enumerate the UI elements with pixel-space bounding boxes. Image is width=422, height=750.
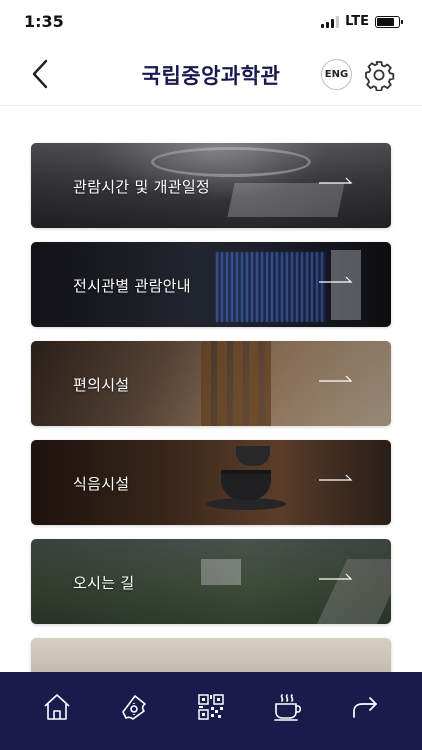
arrow-right-icon <box>319 375 353 382</box>
arrow-right-icon <box>319 474 353 481</box>
menu-card-label: 오시는 길 <box>73 574 135 592</box>
status-indicators: LTE <box>321 14 403 29</box>
menu-list: 관람시간 및 개관일정 전시관별 관람안내 편의시설 식음시설 오시는 길 <box>31 143 391 737</box>
status-time: 1:35 <box>24 12 64 31</box>
language-button[interactable]: ENG <box>321 59 352 90</box>
share-icon <box>353 697 378 718</box>
menu-card-amenities[interactable]: 편의시설 <box>31 341 391 426</box>
menu-card-label: 전시관별 관람안내 <box>73 277 191 295</box>
tab-share[interactable] <box>343 685 387 729</box>
page-title: 국립중앙과학관 <box>141 64 281 88</box>
arrow-right-icon <box>319 573 353 580</box>
home-icon <box>44 694 70 720</box>
tab-qr-code[interactable] <box>189 685 233 729</box>
signal-icon <box>321 15 340 28</box>
qr-code-icon <box>198 694 224 720</box>
arrow-right-icon <box>319 177 353 184</box>
menu-card-label: 관람시간 및 개관일정 <box>73 178 211 196</box>
battery-icon <box>375 15 403 28</box>
menu-card-hours[interactable]: 관람시간 및 개관일정 <box>31 143 391 228</box>
tab-cafe[interactable] <box>266 685 310 729</box>
status-bar: 1:35 LTE <box>0 0 422 44</box>
gear-icon[interactable] <box>363 59 395 91</box>
menu-card-exhibitions[interactable]: 전시관별 관람안내 <box>31 242 391 327</box>
bottom-tab-bar <box>0 672 422 750</box>
menu-card-directions[interactable]: 오시는 길 <box>31 539 391 624</box>
arrow-right-icon <box>319 276 353 283</box>
app-header: 국립중앙과학관 ENG <box>0 44 422 106</box>
network-label: LTE <box>345 14 369 29</box>
ticket-icon <box>121 695 146 720</box>
menu-card-label: 식음시설 <box>73 475 130 493</box>
tab-home[interactable] <box>35 685 79 729</box>
menu-card-label: 편의시설 <box>73 376 130 394</box>
menu-card-dining[interactable]: 식음시설 <box>31 440 391 525</box>
coffee-cup-icon <box>274 694 302 721</box>
tab-tickets[interactable] <box>112 685 156 729</box>
